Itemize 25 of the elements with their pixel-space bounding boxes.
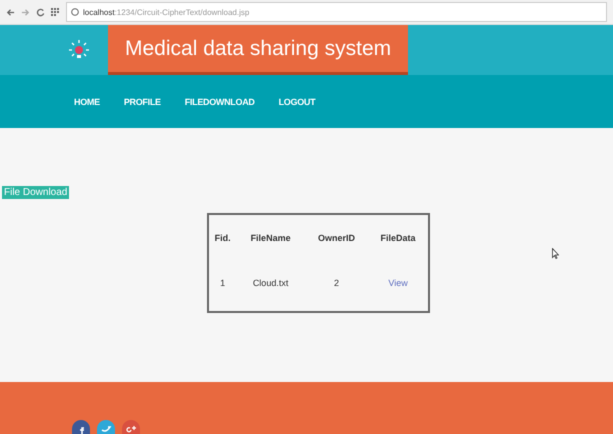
nav-link[interactable]: FILEDOWNLOAD [184, 96, 255, 106]
back-icon[interactable] [6, 8, 15, 16]
info-icon [71, 8, 79, 16]
column-header: OwnerID [316, 232, 356, 245]
nav-link[interactable]: PROFILE [124, 96, 161, 106]
site-title: Medical data sharing system [108, 25, 408, 75]
table-cell-text: 1 [219, 277, 226, 290]
column-header: Fid. [214, 232, 232, 245]
apps-icon[interactable] [51, 8, 60, 16]
address-field[interactable]: localhost:1234/Circuit-CipherText/download.jsp [66, 2, 607, 22]
lightbulb-icon [68, 39, 90, 61]
mouse-pointer-icon [552, 248, 559, 259]
column-header: FileData [380, 232, 417, 245]
nav-link[interactable]: LOGOUT [278, 96, 316, 106]
reload-icon[interactable] [36, 8, 45, 16]
section-label: File Download [2, 186, 70, 199]
twitter-icon[interactable] [97, 420, 115, 434]
table-cell-text: Cloud.txt [252, 277, 290, 290]
column-header: FileName [250, 232, 292, 245]
table-cell-text: 2 [332, 277, 340, 290]
google-plus-icon[interactable] [122, 420, 140, 434]
nav-link[interactable]: HOME [74, 96, 100, 106]
facebook-icon[interactable] [72, 420, 90, 434]
url-text: localhost:1234/Circuit-CipherText/download.jsp [83, 8, 250, 16]
view-link[interactable]: View [388, 278, 408, 288]
